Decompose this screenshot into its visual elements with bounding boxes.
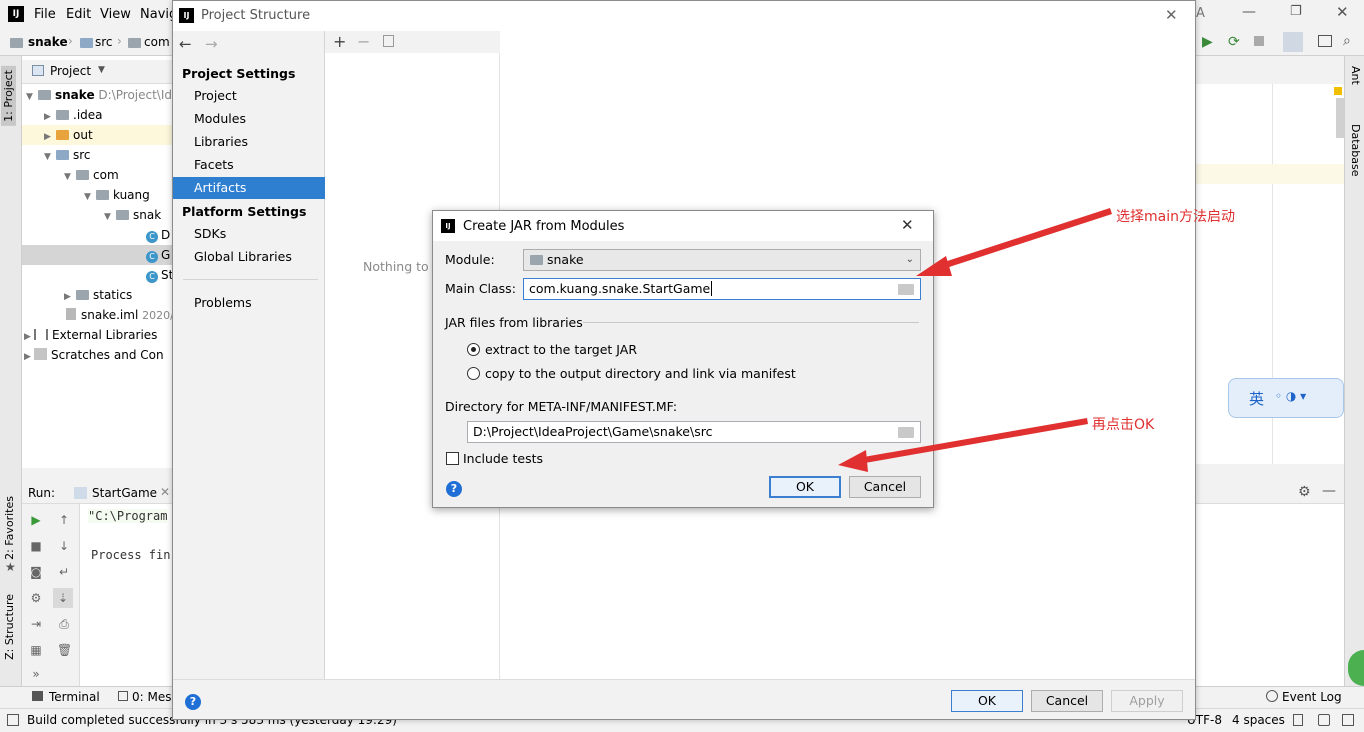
annotation-main-class-note: 选择main方法启动 bbox=[1116, 209, 1235, 225]
annotation-ok-note: 再点击OK bbox=[1092, 417, 1155, 433]
arrow-to-main-class bbox=[916, 208, 1112, 276]
annotation-arrows bbox=[838, 208, 1112, 472]
arrow-to-ok bbox=[838, 418, 1088, 472]
